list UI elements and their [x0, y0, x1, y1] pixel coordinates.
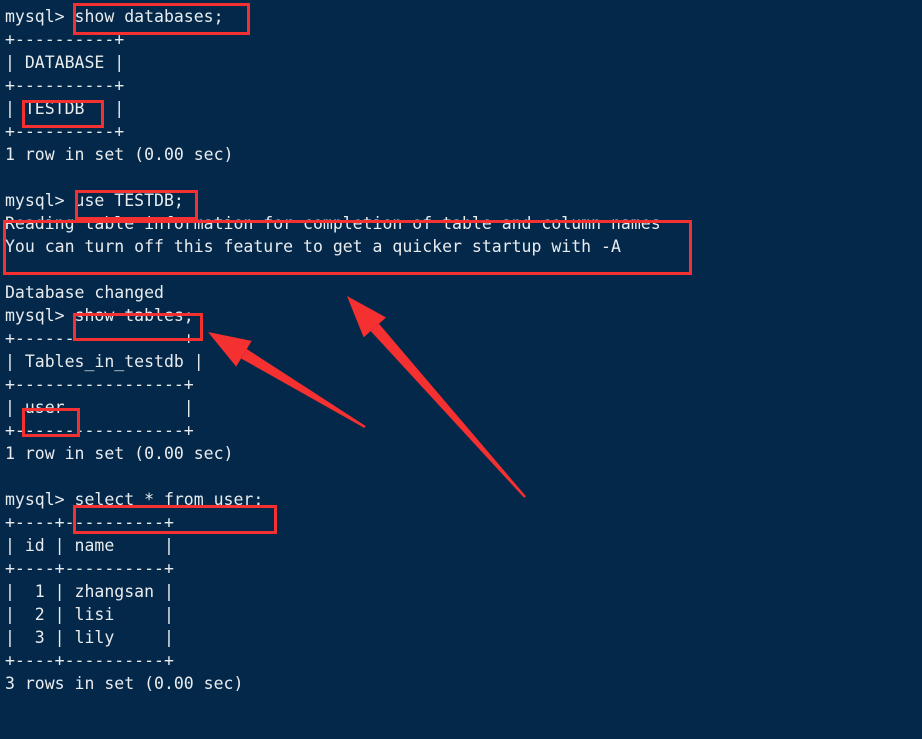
console-line: | DATABASE |: [5, 53, 125, 72]
mysql-terminal-window: mysql> show databases; +----------+ | DATA…: [0, 0, 922, 739]
console-line: +----------+: [5, 30, 125, 49]
console-line: mysql> show databases;: [5, 7, 224, 26]
console-line: Reading table information for completion…: [5, 214, 661, 233]
console-line: 3 rows in set (0.00 sec): [5, 674, 244, 693]
console-line: | Tables_in_testdb |: [5, 352, 204, 371]
console-line: +-----------------+: [5, 375, 194, 394]
console-line: +----------+: [5, 122, 125, 141]
console-line: | 2 | lisi |: [5, 605, 174, 624]
console-line: | 1 | zhangsan |: [5, 582, 174, 601]
console-line: +----+----------+: [5, 559, 174, 578]
console-line: | id | name |: [5, 536, 174, 555]
console-line: | 3 | lily |: [5, 628, 174, 647]
console-line: +-----------------+: [5, 329, 194, 348]
console-line: 1 row in set (0.00 sec): [5, 444, 234, 463]
console-line: | TESTDB |: [5, 99, 125, 118]
console-line: | user |: [5, 398, 194, 417]
console-line: You can turn off this feature to get a q…: [5, 237, 621, 256]
console-line: +----------+: [5, 76, 125, 95]
console-line: Database changed: [5, 283, 164, 302]
console-line: +----+----------+: [5, 651, 174, 670]
console-line: mysql> show tables;: [5, 306, 194, 325]
console-line: mysql> select * from user;: [5, 490, 264, 509]
console-line: +----+----------+: [5, 513, 174, 532]
console-line: mysql> use TESTDB;: [5, 191, 184, 210]
console-line: +-----------------+: [5, 421, 194, 440]
console-output: mysql> show databases; +----------+ | DATA…: [5, 5, 661, 695]
console-line: 1 row in set (0.00 sec): [5, 145, 234, 164]
